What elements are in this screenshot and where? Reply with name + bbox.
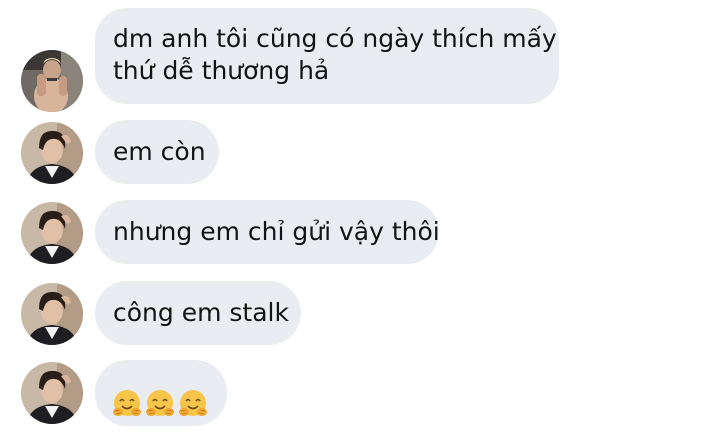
- chat-thread: dm anh tôi cũng có ngày thích mấy thứ dễ…: [0, 0, 720, 436]
- avatar-portrait-icon[interactable]: [21, 283, 83, 345]
- message-bubble[interactable]: em còn: [95, 120, 219, 184]
- hugging-face-emoji-icon: [177, 388, 209, 428]
- message-row: dm anh tôi cũng có ngày thích mấy thứ dễ…: [0, 8, 720, 112]
- message-row: em còn: [0, 120, 720, 184]
- message-bubble[interactable]: nhưng em chỉ gửi vậy thôi: [95, 200, 440, 264]
- emoji-group: [111, 376, 207, 428]
- avatar-portrait-icon[interactable]: [21, 202, 83, 264]
- message-text: dm anh tôi cũng có ngày thích mấy: [113, 24, 557, 53]
- message-row: nhưng em chỉ gửi vậy thôi: [0, 200, 720, 264]
- avatar-portrait-icon[interactable]: [21, 362, 83, 424]
- message-bubble[interactable]: dm anh tôi cũng có ngày thích mấy thứ dễ…: [95, 8, 559, 104]
- message-text: nhưng em chỉ gửi vậy thôi: [113, 217, 440, 246]
- message-text: thứ dễ thương hả: [113, 56, 330, 85]
- message-text: công em stalk: [113, 298, 289, 327]
- avatar-gym-icon[interactable]: [21, 50, 83, 112]
- message-row: [0, 360, 720, 426]
- emoji-message-bubble[interactable]: [95, 360, 227, 426]
- hugging-face-emoji-icon: [111, 388, 143, 428]
- message-bubble[interactable]: công em stalk: [95, 281, 301, 345]
- message-row: công em stalk: [0, 281, 720, 345]
- hugging-face-emoji-icon: [144, 388, 176, 428]
- message-text: em còn: [113, 137, 206, 166]
- avatar-portrait-icon[interactable]: [21, 122, 83, 184]
